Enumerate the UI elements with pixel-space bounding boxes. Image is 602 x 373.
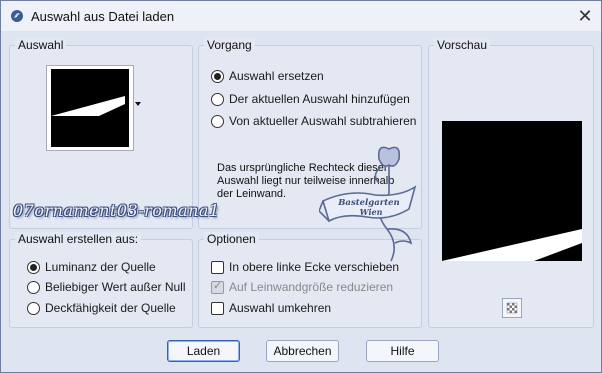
- dialog-window: Auswahl aus Datei laden ✕ Auswahl Vorgan…: [0, 0, 602, 373]
- cancel-button[interactable]: Abbrechen: [266, 340, 339, 362]
- radio-source-luminance[interactable]: Luminanz der Quelle: [27, 259, 156, 275]
- radio-any-nonzero-value[interactable]: Beliebiger Wert außer Null: [27, 279, 186, 295]
- vorgang-group-label: Vorgang: [204, 38, 255, 52]
- radio-label: Auswahl ersetzen: [229, 69, 324, 83]
- radio-button[interactable]: [27, 301, 40, 315]
- radio-button[interactable]: [211, 92, 224, 106]
- window-title: Auswahl aus Datei laden: [31, 9, 175, 24]
- app-icon: [11, 10, 23, 22]
- radio-label: Deckfähigkeit der Quelle: [45, 301, 176, 315]
- radio-subtract-from-selection[interactable]: Von aktueller Auswahl subtrahieren: [211, 113, 416, 129]
- preview-image: [442, 229, 582, 261]
- erstellen-group: Auswahl erstellen aus: Luminanz der Quel…: [9, 232, 193, 328]
- selection-thumbnail[interactable]: [46, 65, 134, 151]
- auswahl-group-label: Auswahl: [15, 38, 67, 52]
- checkbox-invert-selection[interactable]: Auswahl umkehren: [211, 300, 331, 316]
- checkbox-label: Auswahl umkehren: [229, 301, 332, 315]
- radio-button[interactable]: [27, 260, 40, 274]
- checkbox: [211, 279, 224, 294]
- watermark-text: 07ornament03-romana1: [13, 201, 220, 220]
- radio-label: Luminanz der Quelle: [45, 260, 156, 274]
- radio-replace-selection[interactable]: Auswahl ersetzen: [211, 68, 324, 84]
- radio-label: Von aktueller Auswahl subtrahieren: [229, 114, 417, 128]
- erstellen-group-label: Auswahl erstellen aus:: [15, 232, 142, 246]
- radio-label: Der aktuellen Auswahl hinzufügen: [229, 92, 410, 106]
- checkbox-label: Auf Leinwandgröße reduzieren: [229, 280, 394, 294]
- radio-button[interactable]: [211, 69, 224, 83]
- load-button[interactable]: Laden: [167, 340, 240, 362]
- preview-canvas: [442, 121, 582, 261]
- radio-label: Beliebiger Wert außer Null: [45, 280, 186, 294]
- bastelgarten-logo: Bastelgarten Wien: [319, 146, 417, 262]
- title-bar: Auswahl aus Datei laden ✕: [1, 1, 601, 31]
- checkbox[interactable]: [211, 260, 224, 274]
- radio-add-to-selection[interactable]: Der aktuellen Auswahl hinzufügen: [211, 91, 410, 107]
- logo-text-line2: Wien: [360, 207, 383, 217]
- selection-thumbnail-image: [51, 69, 129, 147]
- help-button[interactable]: Hilfe: [366, 340, 439, 362]
- vorschau-group-label: Vorschau: [434, 38, 491, 52]
- checkbox-reduce-to-canvas: Auf Leinwandgröße reduzieren: [211, 279, 393, 295]
- radio-button[interactable]: [211, 114, 224, 128]
- radio-source-opacity[interactable]: Deckfähigkeit der Quelle: [27, 300, 176, 316]
- radio-button[interactable]: [27, 280, 40, 294]
- optionen-group-label: Optionen: [204, 232, 259, 246]
- checkerboard-toggle-icon[interactable]: [502, 298, 522, 318]
- dropdown-arrow-icon[interactable]: [135, 102, 141, 106]
- checkbox[interactable]: [211, 301, 224, 315]
- vorschau-group: Vorschau: [428, 38, 594, 328]
- close-icon[interactable]: ✕: [575, 7, 595, 25]
